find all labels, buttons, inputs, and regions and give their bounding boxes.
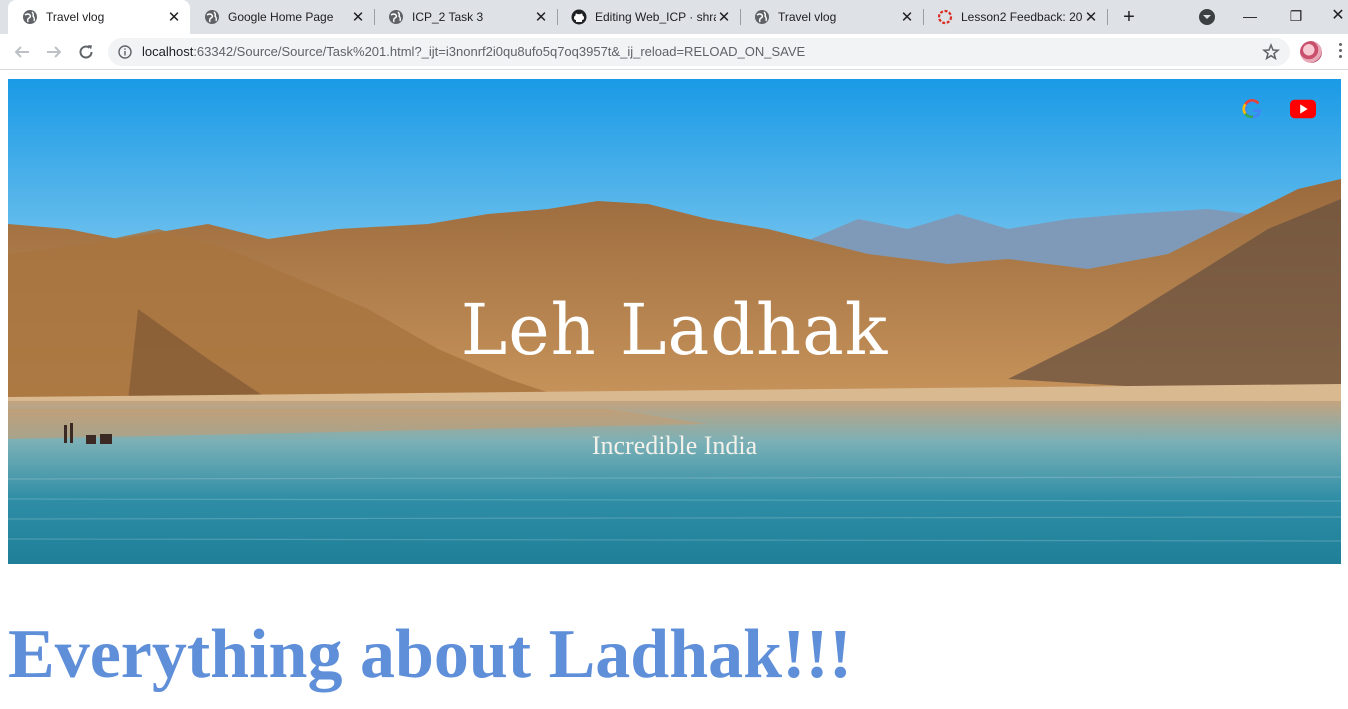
tab-title: Travel vlog [46,10,105,24]
back-arrow-icon [14,46,29,58]
globe-icon [22,9,38,25]
new-tab-button[interactable]: + [1118,6,1140,28]
github-icon [571,9,587,25]
address-bar[interactable]: localhost:63342/Source/Source/Task%201.h… [108,38,1290,66]
tab-travel-vlog-active[interactable]: Travel vlog ✕ [8,0,190,34]
close-tab-icon[interactable]: ✕ [533,9,549,26]
site-info-icon[interactable] [118,45,132,59]
back-button[interactable] [10,40,34,64]
tab-travel-vlog-2[interactable]: Travel vlog ✕ [740,0,923,34]
browser-menu-icon[interactable] [1339,43,1343,61]
hero-subtitle: Incredible India [591,431,758,460]
tab-search-icon[interactable] [1199,9,1215,25]
close-window-button[interactable]: ✕ [1326,4,1348,28]
forward-button[interactable] [42,40,66,64]
profile-avatar[interactable] [1300,41,1322,63]
close-tab-icon[interactable]: ✕ [716,9,732,26]
restore-window-button[interactable]: ❐ [1284,4,1308,28]
page-heading: Everything about Ladhak!!! [8,616,853,693]
lesson-icon [937,9,953,25]
bookmark-star-icon[interactable] [1262,43,1280,61]
tab-icp2-task3[interactable]: ICP_2 Task 3 ✕ [374,0,557,34]
google-logo-icon [1242,98,1262,119]
browser-tab-strip: Travel vlog ✕ Google Home Page ✕ ICP_2 T… [0,0,1348,34]
tab-editing-web-icp[interactable]: Editing Web_ICP · shra ✕ [557,0,740,34]
hero-title: Leh Ladhak [460,289,889,371]
youtube-logo-icon [1290,99,1316,119]
tab-title: Lesson2 Feedback: 202 [961,10,1083,24]
close-tab-icon[interactable]: ✕ [350,9,366,26]
tab-title: ICP_2 Task 3 [412,10,484,24]
reload-button[interactable] [74,40,98,64]
reload-icon [79,45,93,59]
forward-arrow-icon [47,46,62,58]
globe-icon [754,9,770,25]
close-tab-icon[interactable]: ✕ [899,9,915,26]
tab-lesson2-feedback[interactable]: Lesson2 Feedback: 202 ✕ [923,0,1107,34]
tab-title: Editing Web_ICP · shra [595,10,716,24]
url-host: localhost [142,44,194,59]
tab-separator [1107,9,1108,25]
globe-icon [204,9,220,25]
minimize-window-button[interactable]: — [1238,4,1262,28]
google-link[interactable] [1240,98,1266,120]
browser-toolbar: localhost:63342/Source/Source/Task%201.h… [0,34,1348,70]
url-path: :63342/Source/Source/Task%201.html?_ijt=… [193,44,806,59]
globe-icon [388,9,404,25]
close-tab-icon[interactable]: ✕ [166,9,182,26]
youtube-link[interactable] [1290,98,1316,120]
tab-title: Google Home Page [228,10,334,24]
url-text: localhost:63342/Source/Source/Task%201.h… [142,44,805,59]
hero-banner: Leh Ladhak Incredible India [8,79,1341,564]
close-tab-icon[interactable]: ✕ [1083,9,1099,26]
tab-title: Travel vlog [778,10,837,24]
tab-google-home-page[interactable]: Google Home Page ✕ [190,0,374,34]
